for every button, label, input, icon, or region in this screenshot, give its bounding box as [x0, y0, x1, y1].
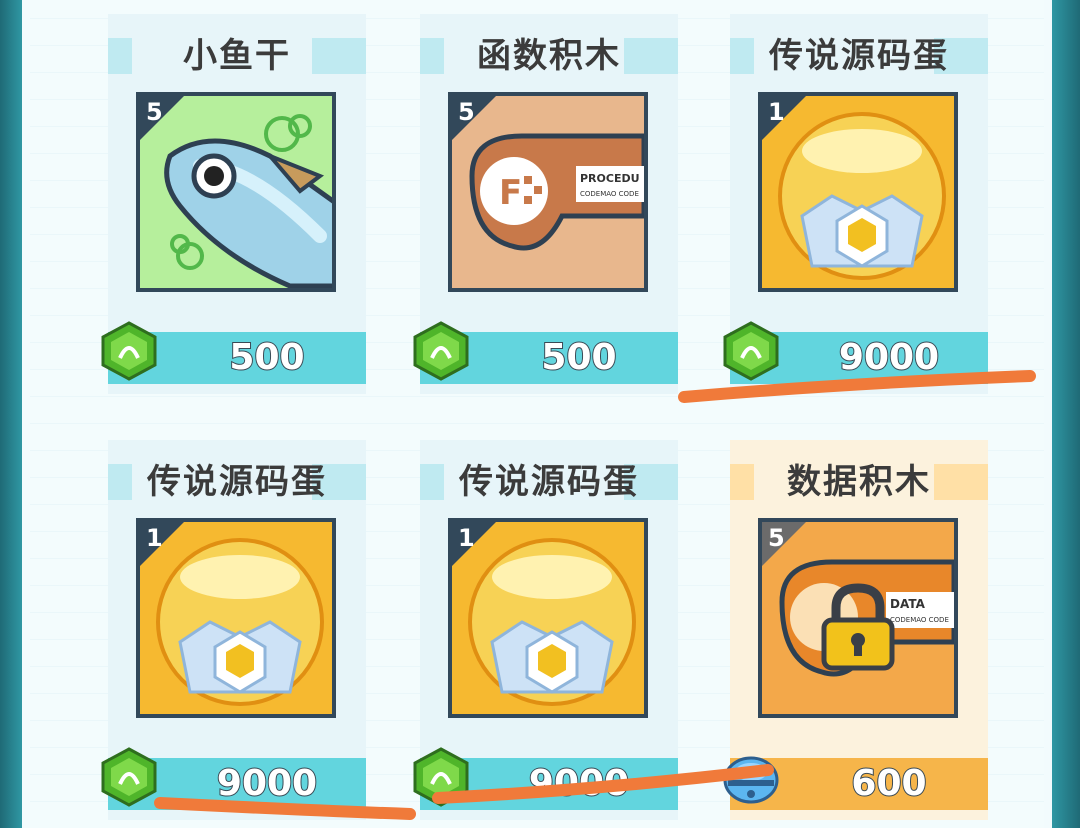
- blue-bell-icon: [723, 756, 779, 804]
- card-title-bar: 数据积木: [730, 458, 988, 506]
- count-badge-number: 1: [458, 524, 475, 552]
- left-frame: [0, 0, 22, 828]
- shop-card-data-block[interactable]: 数据积木 DATA CODEMAO CODE 5 600: [723, 440, 988, 820]
- price-bar[interactable]: 9000: [101, 747, 366, 810]
- price-value: 9000: [838, 336, 940, 379]
- card-title-bar: 传说源码蛋: [420, 458, 678, 506]
- block-label-text: PROCEDU: [580, 172, 640, 185]
- shop-card-legendary-egg[interactable]: 传说源码蛋 1 9000: [723, 14, 988, 394]
- legendary-egg-item-image[interactable]: 1: [758, 92, 958, 292]
- price-bar[interactable]: 500: [413, 321, 678, 384]
- shop-card-fish[interactable]: 小鱼干 5 500: [101, 14, 366, 394]
- card-title: 传说源码蛋: [147, 462, 327, 502]
- block-sub-text: CODEMAO CODE: [890, 616, 949, 624]
- price-bar[interactable]: 500: [101, 321, 366, 384]
- count-badge-number: 5: [458, 98, 475, 126]
- card-title-bar: 函数积木: [420, 32, 678, 80]
- block-sub-text: CODEMAO CODE: [580, 190, 639, 198]
- shop-card-legendary-egg[interactable]: 传说源码蛋 1 9000: [413, 440, 678, 820]
- legendary-egg-item-image[interactable]: 1: [136, 518, 336, 718]
- price-bar[interactable]: 9000: [413, 747, 678, 810]
- price-value: 9000: [216, 762, 318, 805]
- green-gem-icon: [413, 747, 469, 807]
- card-title: 小鱼干: [183, 36, 291, 76]
- green-gem-icon: [413, 321, 469, 381]
- card-title-bar: 传说源码蛋: [730, 32, 988, 80]
- price-bar[interactable]: 9000: [723, 321, 988, 384]
- card-title-bar: 传说源码蛋: [108, 458, 366, 506]
- count-badge-number: 5: [768, 524, 785, 552]
- count-badge-number: 1: [146, 524, 163, 552]
- green-gem-icon: [723, 321, 779, 381]
- card-title-bar: 小鱼干: [108, 32, 366, 80]
- green-gem-icon: [101, 747, 157, 807]
- right-frame: [1052, 0, 1080, 828]
- price-value: 500: [540, 336, 617, 379]
- fish-item-image[interactable]: 5: [136, 92, 336, 292]
- shop-card-function-block[interactable]: 函数积木 F PROCEDU CODEMAO CODE 5 500: [413, 14, 678, 394]
- price-value: 9000: [528, 762, 630, 805]
- card-title: 数据积木: [787, 462, 931, 502]
- card-title: 传说源码蛋: [459, 462, 639, 502]
- legendary-egg-item-image[interactable]: 1: [448, 518, 648, 718]
- svg-text:F: F: [499, 173, 522, 213]
- shop-card-legendary-egg[interactable]: 传说源码蛋 1 9000: [101, 440, 366, 820]
- count-badge-number: 1: [768, 98, 785, 126]
- price-bar[interactable]: 600: [723, 756, 988, 810]
- lock-icon: [821, 583, 895, 671]
- green-gem-icon: [101, 321, 157, 381]
- price-value: 600: [850, 762, 927, 805]
- card-title: 函数积木: [477, 36, 621, 76]
- count-badge-number: 5: [146, 98, 163, 126]
- data-block-item-image[interactable]: DATA CODEMAO CODE 5: [758, 518, 958, 718]
- price-value: 500: [228, 336, 305, 379]
- card-title: 传说源码蛋: [769, 36, 949, 76]
- function-block-item-image[interactable]: F PROCEDU CODEMAO CODE 5: [448, 92, 648, 292]
